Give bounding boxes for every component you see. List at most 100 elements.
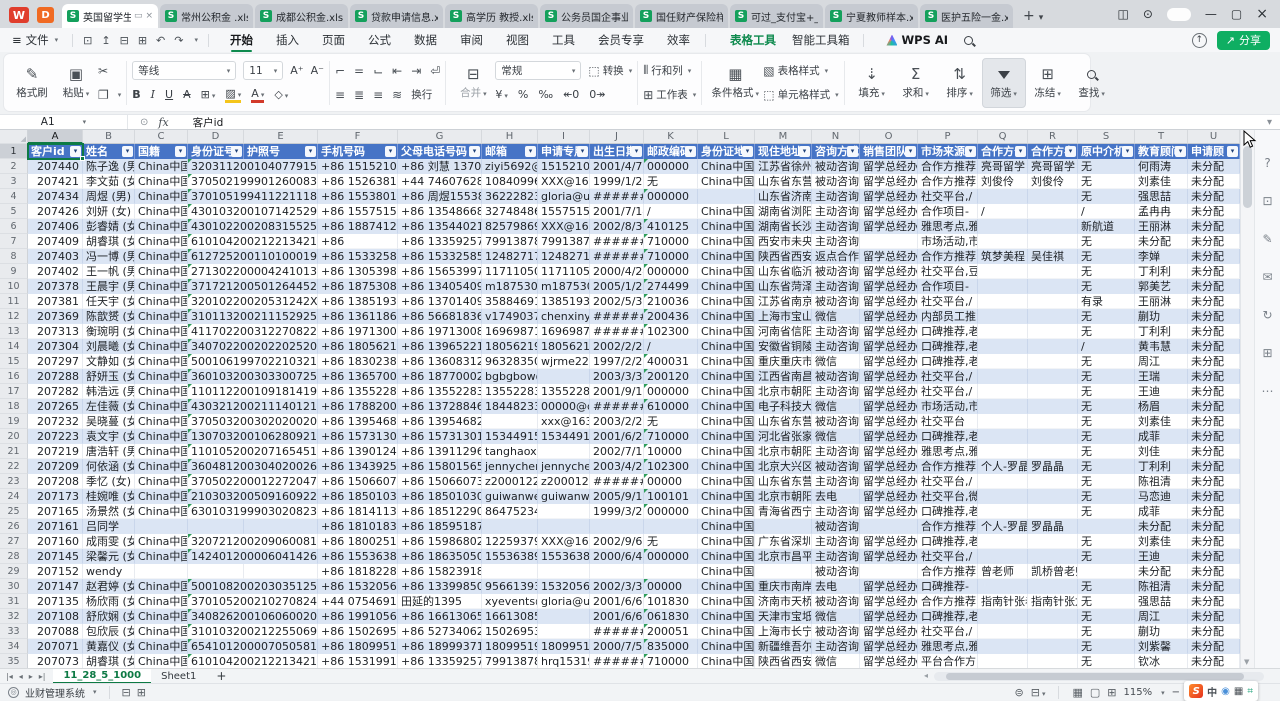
cell[interactable]: 未分配	[1188, 594, 1240, 609]
cell[interactable]	[860, 564, 918, 579]
cell[interactable]	[1028, 429, 1078, 444]
cell[interactable]: 口碑推荐,老	[918, 354, 978, 369]
cell[interactable]: China中国	[135, 309, 188, 324]
cell[interactable]: 市场活动,市	[918, 399, 978, 414]
cell[interactable]: 无	[1078, 279, 1135, 294]
cell[interactable]: China中国	[698, 459, 755, 474]
cell[interactable]: 142401200006041426	[188, 549, 318, 564]
cell[interactable]: #########	[590, 189, 644, 204]
cell[interactable]: 主动咨询	[812, 639, 860, 654]
cell[interactable]	[538, 444, 590, 459]
cell[interactable]: 207147	[28, 579, 83, 594]
cell[interactable]: 207265	[28, 399, 83, 414]
cell[interactable]: 未分配	[1135, 564, 1188, 579]
cell[interactable]: 无	[1078, 354, 1135, 369]
cell[interactable]	[978, 414, 1028, 429]
redo-icon[interactable]: ↷	[174, 34, 183, 47]
decrease-decimal-icon[interactable]: ↞0	[563, 88, 579, 101]
cell[interactable]: 天津市宝坻	[755, 609, 812, 624]
cell[interactable]: 710000	[644, 234, 698, 249]
cell[interactable]	[978, 324, 1028, 339]
cell[interactable]: 150269534	[482, 624, 538, 639]
cell[interactable]: 留学总经办	[860, 414, 918, 429]
cell[interactable]: 济南市天桥	[755, 594, 812, 609]
cell[interactable]: 山东省东营	[755, 414, 812, 429]
cell[interactable]: China中国	[135, 324, 188, 339]
cell[interactable]: 赵君婷 (女	[83, 579, 135, 594]
cell[interactable]: 口碑推荐,老	[918, 504, 978, 519]
cell[interactable]: 411702200312270822	[188, 324, 318, 339]
cell[interactable]: 任天宇 (女	[83, 294, 135, 309]
language-mode-icon[interactable]: 中	[1207, 684, 1217, 699]
cell[interactable]: 刘紫馨	[1135, 639, 1188, 654]
cell[interactable]: 610000	[644, 399, 698, 414]
cell[interactable]: +86 13053983	[318, 264, 398, 279]
cell[interactable]: 00000	[644, 474, 698, 489]
cell[interactable]: 956613934	[482, 579, 538, 594]
cell[interactable]: 山东省济南	[755, 189, 812, 204]
cell[interactable]: 200051	[644, 624, 698, 639]
sheet-tab-sheet1[interactable]: Sheet1	[151, 669, 206, 684]
cell[interactable]	[1028, 414, 1078, 429]
cell[interactable]: +86 18101832	[318, 519, 398, 534]
horizontal-scroll-thumb[interactable]	[946, 673, 1244, 680]
column-letter-B[interactable]: B	[83, 130, 135, 144]
cell[interactable]: 2000/4/24	[590, 264, 644, 279]
close-tab-icon[interactable]: ×	[145, 11, 153, 21]
cell[interactable]: 未分配	[1188, 489, 1240, 504]
bold-button[interactable]: B	[132, 88, 140, 101]
eye-protect-icon[interactable]: ⊜	[1015, 686, 1024, 699]
header-filter-button[interactable]: ▾	[1122, 146, 1133, 157]
indent-decrease-icon[interactable]: ⇤	[392, 64, 402, 78]
cell[interactable]: China中国	[135, 549, 188, 564]
row-number[interactable]: 2	[0, 159, 28, 174]
list-icon[interactable]: ⊞	[137, 686, 146, 699]
cell[interactable]: China中国	[698, 504, 755, 519]
cell[interactable]: 主动咨询	[812, 444, 860, 459]
cell[interactable]: 被动咨询	[812, 519, 860, 534]
cell[interactable]: 袁文宇 (女	[83, 429, 135, 444]
cell[interactable]: 电子科技大	[755, 399, 812, 414]
zoom-level[interactable]: 115%	[1124, 687, 1153, 698]
cell[interactable]: 1999/1/26	[590, 174, 644, 189]
header-filter-button[interactable]: ▾	[70, 146, 81, 157]
cell[interactable]	[1028, 474, 1078, 489]
cell[interactable]: 00000	[644, 579, 698, 594]
save-icon[interactable]: ⊡	[83, 34, 92, 47]
cell[interactable]: 刘素佳	[1135, 534, 1188, 549]
merge-button[interactable]: ⊟ 合并▾	[451, 58, 495, 108]
cell[interactable]	[1028, 234, 1078, 249]
cell[interactable]: +86 1396522100	[398, 339, 482, 354]
cell[interactable]: 个人-罗晶	[978, 459, 1028, 474]
cell[interactable]: 钦冰	[1135, 654, 1188, 668]
row-number[interactable]: 20	[0, 429, 28, 444]
cell[interactable]	[1028, 309, 1078, 324]
cell[interactable]: 刘素佳	[1135, 174, 1188, 189]
menu-item-工具[interactable]: 工具	[551, 28, 576, 52]
cell[interactable]: XXX@163.c	[538, 174, 590, 189]
column-letter-P[interactable]: P	[918, 130, 978, 144]
cell[interactable]: +86 18056219	[318, 339, 398, 354]
cell[interactable]: 207426	[28, 204, 83, 219]
wps-logo-icon[interactable]: W	[9, 7, 29, 23]
cell[interactable]: 135522836	[538, 384, 590, 399]
cell[interactable]	[860, 519, 918, 534]
tab-list-caret-icon[interactable]: ▾	[1039, 13, 1044, 23]
help-icon[interactable]: ?	[1264, 156, 1270, 170]
cell[interactable]: 无	[1078, 414, 1135, 429]
cell[interactable]: +86 1565399710	[398, 264, 482, 279]
copy-icon[interactable]: ❐	[98, 88, 109, 102]
cell[interactable]: 主动咨询	[812, 324, 860, 339]
cell[interactable]: 周江	[1135, 609, 1188, 624]
cell[interactable]	[978, 294, 1028, 309]
sheet-tab-active[interactable]: 11_28_5_1000	[53, 669, 151, 684]
cell[interactable]: 社交平台,/	[918, 384, 978, 399]
cell[interactable]: 2002/9/6	[590, 534, 644, 549]
cell[interactable]: +86 15066073	[318, 474, 398, 489]
cell[interactable]: 124827175	[538, 249, 590, 264]
cell[interactable]: 黄嘉仪 (女	[83, 639, 135, 654]
header-filter-button[interactable]: ▾	[1227, 146, 1238, 157]
cell[interactable]: 被动咨询	[812, 594, 860, 609]
cell[interactable]: 主动咨询	[812, 474, 860, 489]
cell[interactable]: 061830	[644, 609, 698, 624]
